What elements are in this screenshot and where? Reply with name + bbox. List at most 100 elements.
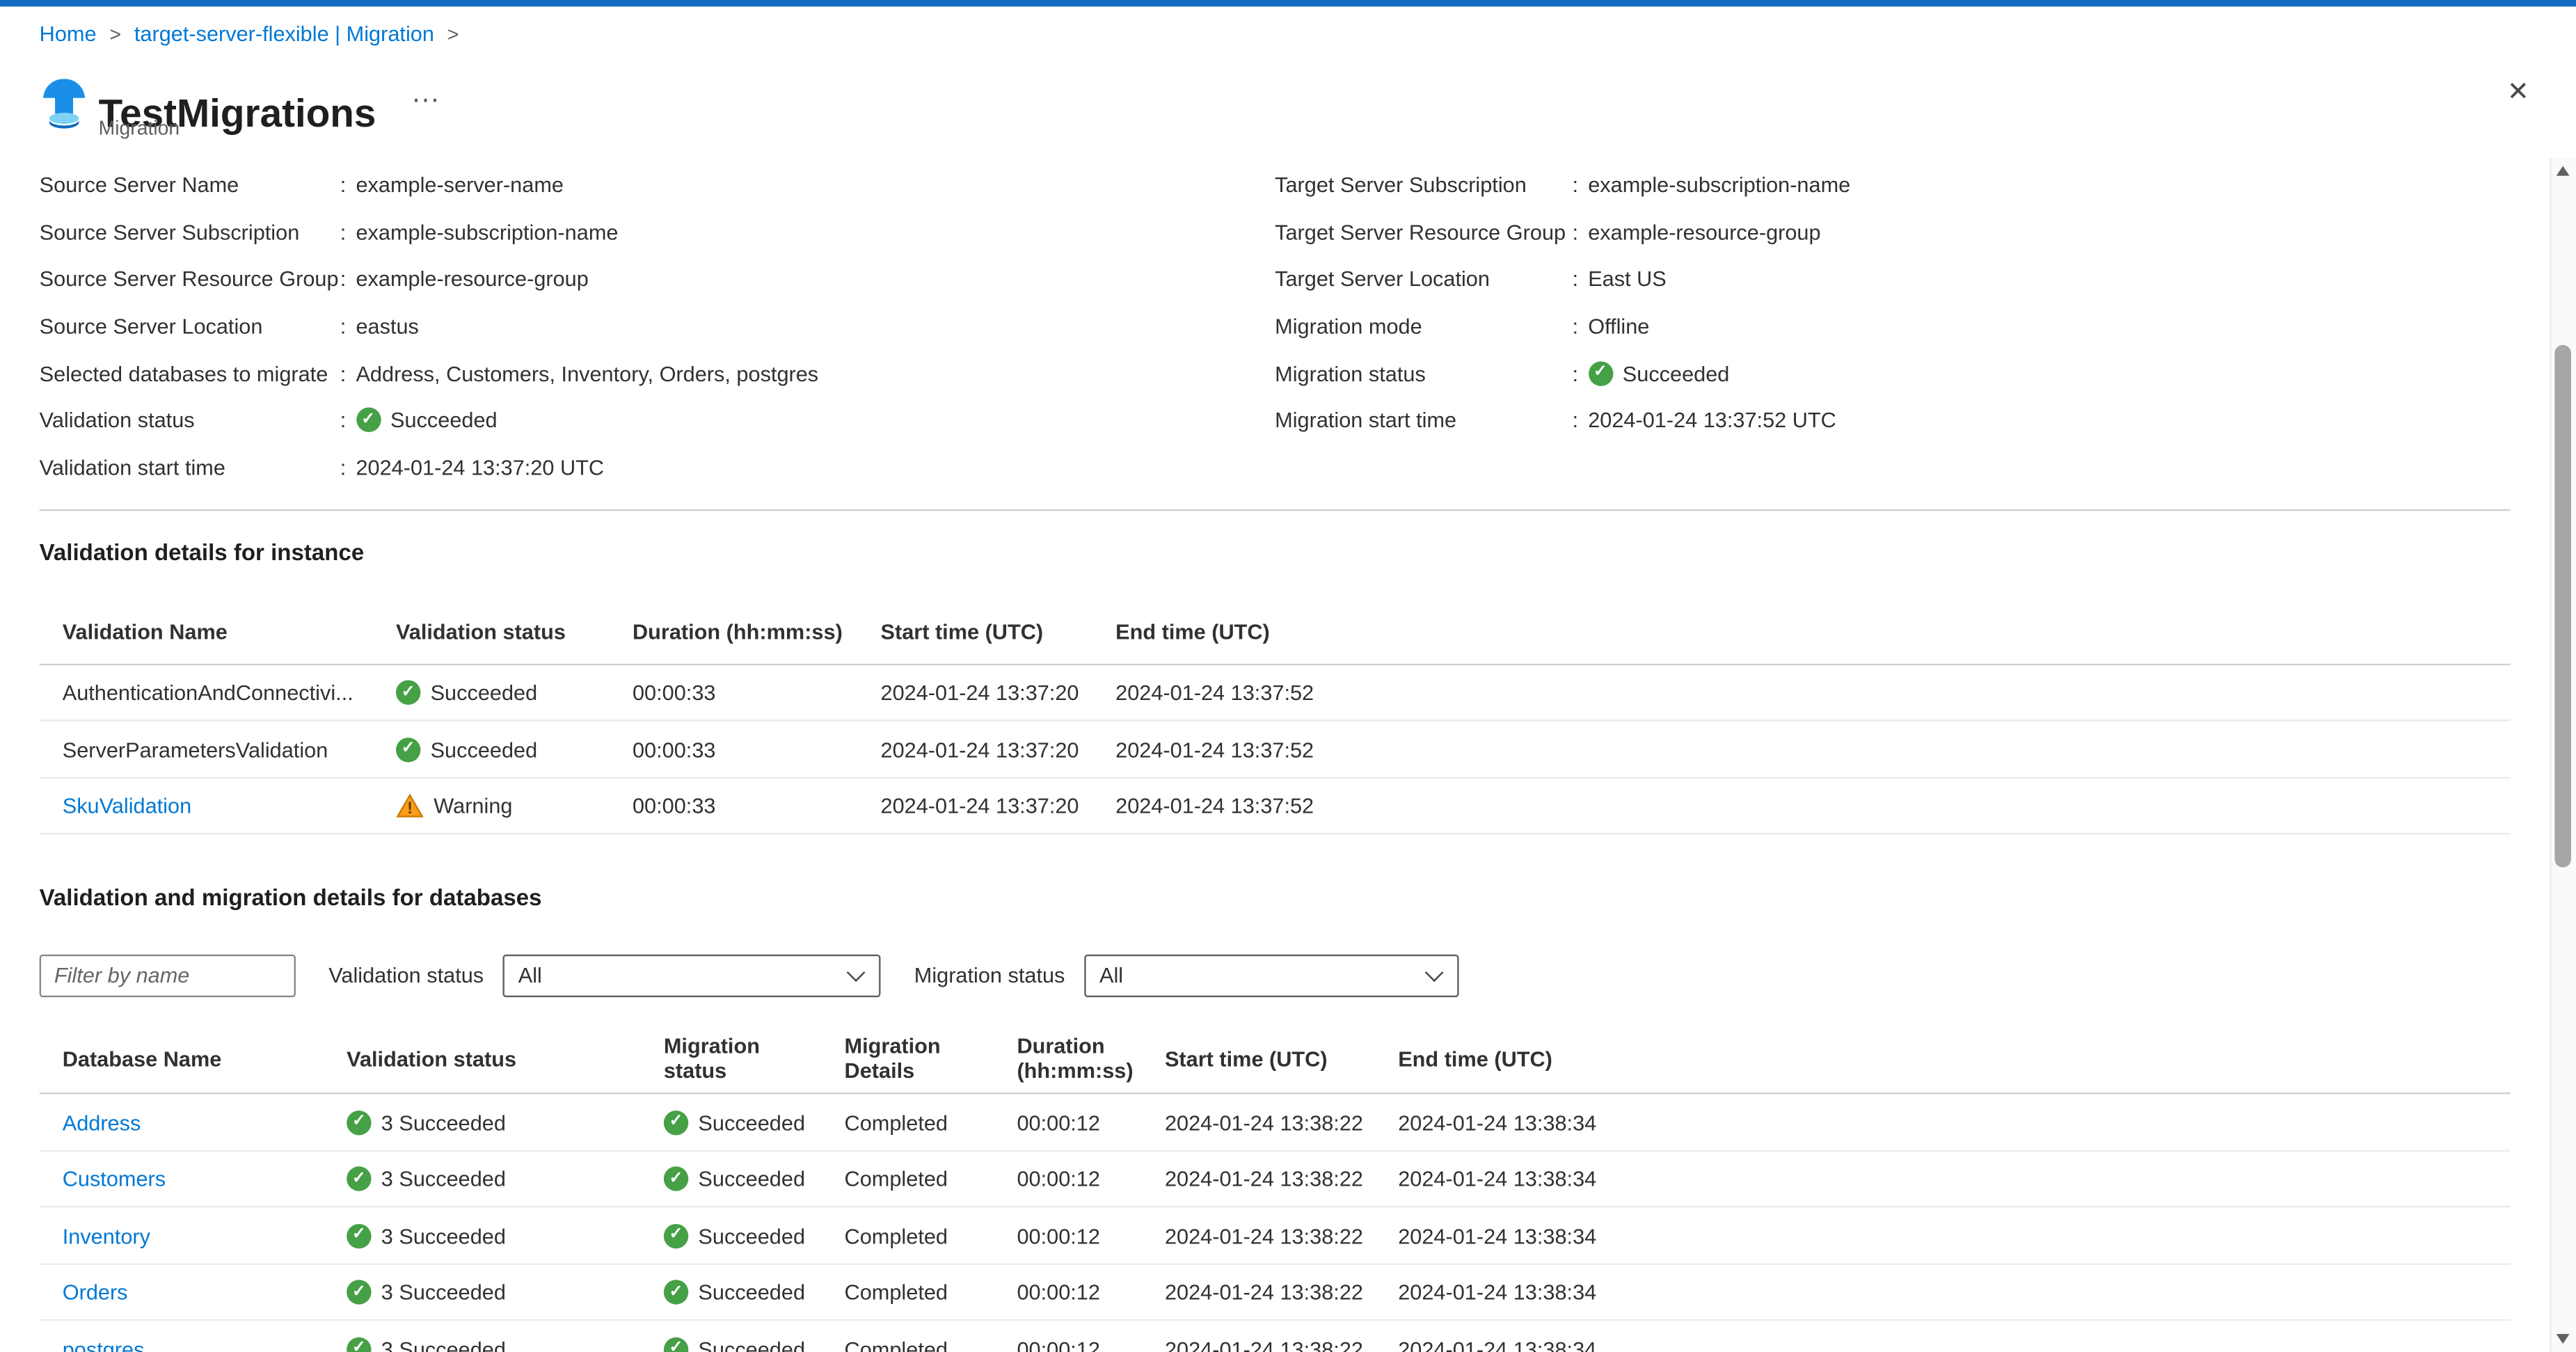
filter-by-name-input[interactable] bbox=[40, 954, 296, 996]
validation-status-dropdown[interactable]: All bbox=[503, 954, 881, 996]
summary-value: example-resource-group bbox=[1588, 219, 1820, 244]
page-subtitle: Migration bbox=[99, 117, 180, 140]
col-header: End time (UTC) bbox=[1115, 620, 2510, 644]
sku-validation-link[interactable]: SkuValidation bbox=[63, 794, 191, 818]
col-header: Database Name bbox=[40, 1047, 347, 1071]
summary-row: Migration mode: Offline bbox=[1275, 303, 2551, 350]
summary-row: Source Server Subscription: example-subs… bbox=[40, 208, 1275, 255]
success-icon: ✓ bbox=[396, 681, 420, 705]
cell-validation-name: ServerParametersValidation bbox=[40, 737, 396, 761]
summary-value: example-resource-group bbox=[356, 267, 588, 291]
breadcrumb-current-link[interactable]: target-server-flexible | Migration bbox=[134, 22, 434, 46]
breadcrumb-home-link[interactable]: Home bbox=[40, 22, 97, 46]
database-name-link[interactable]: Customers bbox=[63, 1166, 166, 1191]
cell-end-time: 2024-01-24 13:37:52 bbox=[1115, 737, 2510, 761]
database-row: Customers ✓ 3 Succeeded ✓ Succeeded Comp… bbox=[40, 1152, 2511, 1208]
scroll-up-arrow-icon[interactable] bbox=[2557, 166, 2570, 175]
cell-start-time: 2024-01-24 13:37:20 bbox=[880, 794, 1115, 818]
database-name-link[interactable]: Address bbox=[63, 1110, 141, 1134]
cell-migration-status: ✓ Succeeded bbox=[664, 1166, 845, 1191]
validation-table: Validation Name Validation status Durati… bbox=[40, 601, 2511, 835]
dropdown-value: All bbox=[1099, 963, 1123, 987]
col-header: Validation status bbox=[347, 1047, 664, 1071]
summary-value: Succeeded bbox=[1623, 360, 1730, 385]
dropdown-value: All bbox=[518, 963, 542, 987]
database-name-link[interactable]: postgres bbox=[63, 1337, 145, 1352]
cell-duration: 00:00:33 bbox=[633, 681, 881, 705]
databases-section-title: Validation and migration details for dat… bbox=[40, 884, 2552, 911]
summary-value: 2024-01-24 13:37:52 UTC bbox=[1588, 408, 1836, 432]
cell-validation-name: SkuValidation bbox=[40, 794, 396, 818]
success-icon: ✓ bbox=[356, 408, 380, 432]
summary-right-column: Target Server Subscription: example-subs… bbox=[1275, 161, 2551, 491]
summary-value: example-subscription-name bbox=[356, 219, 618, 244]
database-row: Orders ✓ 3 Succeeded ✓ Succeeded Complet… bbox=[40, 1265, 2511, 1321]
databases-table-header: Database Name Validation status Migratio… bbox=[40, 1024, 2511, 1095]
col-header: Duration (hh:mm:ss) bbox=[1017, 1034, 1164, 1083]
svg-text:!: ! bbox=[407, 800, 413, 818]
cell-end-time: 2024-01-24 13:38:34 bbox=[1398, 1280, 2510, 1304]
validation-row: AuthenticationAndConnectivi... ✓ Succeed… bbox=[40, 665, 2511, 722]
close-icon[interactable]: ✕ bbox=[2497, 72, 2539, 112]
col-header: Validation Name bbox=[40, 620, 396, 644]
col-header: Migration Details bbox=[845, 1034, 1017, 1083]
summary-value: Offline bbox=[1588, 314, 1649, 338]
top-accent-bar bbox=[0, 0, 2576, 6]
cell-start-time: 2024-01-24 13:38:22 bbox=[1165, 1337, 1398, 1352]
col-header: Duration (hh:mm:ss) bbox=[633, 620, 881, 644]
cell-validation-status: ✓ Succeeded bbox=[396, 737, 633, 761]
scrollbar-thumb[interactable] bbox=[2554, 345, 2571, 868]
success-icon: ✓ bbox=[664, 1280, 688, 1304]
database-row: Address ✓ 3 Succeeded ✓ Succeeded Comple… bbox=[40, 1095, 2511, 1151]
validation-table-header: Validation Name Validation status Durati… bbox=[40, 601, 2511, 665]
success-icon: ✓ bbox=[664, 1110, 688, 1134]
col-header: Start time (UTC) bbox=[1165, 1047, 1398, 1071]
success-icon: ✓ bbox=[396, 737, 420, 761]
success-icon: ✓ bbox=[664, 1223, 688, 1248]
breadcrumb: Home > target-server-flexible | Migratio… bbox=[40, 22, 459, 46]
section-divider bbox=[40, 509, 2511, 510]
summary-value: eastus bbox=[356, 314, 418, 338]
cell-start-time: 2024-01-24 13:38:22 bbox=[1165, 1166, 1398, 1191]
cell-validation-name: AuthenticationAndConnectivi... bbox=[40, 681, 396, 705]
cell-validation-status: ✓ Succeeded bbox=[396, 681, 633, 705]
cell-migration-details: Completed bbox=[845, 1166, 1017, 1191]
cell-migration-status: ✓ Succeeded bbox=[664, 1110, 845, 1134]
chevron-down-icon bbox=[1425, 964, 1444, 983]
summary-row: Source Server Resource Group: example-re… bbox=[40, 255, 1275, 303]
cell-migration-status: ✓ Succeeded bbox=[664, 1280, 845, 1304]
cell-start-time: 2024-01-24 13:38:22 bbox=[1165, 1223, 1398, 1248]
success-icon: ✓ bbox=[347, 1337, 371, 1352]
col-header: Migration status bbox=[664, 1034, 845, 1083]
summary-row: Target Server Location: East US bbox=[1275, 255, 2551, 303]
database-name-link[interactable]: Orders bbox=[63, 1280, 128, 1304]
cell-end-time: 2024-01-24 13:37:52 bbox=[1115, 681, 2510, 705]
vertical-scrollbar[interactable] bbox=[2550, 158, 2576, 1352]
cell-duration: 00:00:12 bbox=[1017, 1110, 1164, 1134]
cell-start-time: 2024-01-24 13:37:20 bbox=[880, 681, 1115, 705]
summary-row: Selected databases to migrate: Address, … bbox=[40, 349, 1275, 397]
cell-end-time: 2024-01-24 13:38:34 bbox=[1398, 1337, 2510, 1352]
cell-migration-details: Completed bbox=[845, 1337, 1017, 1352]
cell-validation-status: ! Warning bbox=[396, 794, 633, 818]
more-options-button[interactable]: … bbox=[404, 72, 449, 113]
cell-start-time: 2024-01-24 13:38:22 bbox=[1165, 1280, 1398, 1304]
scroll-down-arrow-icon[interactable] bbox=[2557, 1334, 2570, 1344]
success-icon: ✓ bbox=[664, 1337, 688, 1352]
success-icon: ✓ bbox=[347, 1110, 371, 1134]
breadcrumb-separator-icon: > bbox=[447, 22, 459, 45]
success-icon: ✓ bbox=[1588, 360, 1612, 385]
col-header: Validation status bbox=[396, 620, 633, 644]
cell-validation-status: ✓ 3 Succeeded bbox=[347, 1223, 664, 1248]
cell-end-time: 2024-01-24 13:37:52 bbox=[1115, 794, 2510, 818]
database-row: Inventory ✓ 3 Succeeded ✓ Succeeded Comp… bbox=[40, 1208, 2511, 1264]
summary-row: Target Server Subscription: example-subs… bbox=[1275, 161, 2551, 208]
database-filter-bar: Validation status All Migration status A… bbox=[40, 953, 2552, 998]
success-icon: ✓ bbox=[347, 1280, 371, 1304]
database-row: postgres ✓ 3 Succeeded ✓ Succeeded Compl… bbox=[40, 1321, 2511, 1352]
summary-value: example-subscription-name bbox=[1588, 173, 1850, 197]
cell-end-time: 2024-01-24 13:38:34 bbox=[1398, 1110, 2510, 1134]
database-name-link[interactable]: Inventory bbox=[63, 1223, 150, 1248]
migration-status-dropdown[interactable]: All bbox=[1085, 954, 1459, 996]
cell-start-time: 2024-01-24 13:37:20 bbox=[880, 737, 1115, 761]
